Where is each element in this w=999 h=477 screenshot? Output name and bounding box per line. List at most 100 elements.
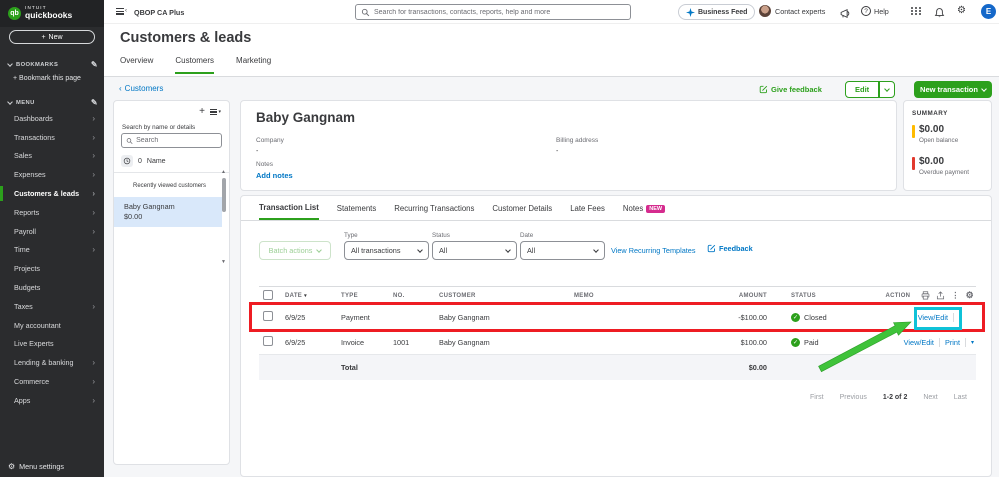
table-total-row: Total $0.00 <box>259 355 976 380</box>
table-row-invoice[interactable]: 6/9/25 Invoice 1001 Baby Gangnam $100.00… <box>259 330 976 355</box>
open-balance-bar <box>912 125 915 138</box>
business-feed-button[interactable]: Business Feed <box>678 4 756 20</box>
pagination-first[interactable]: First <box>810 394 824 401</box>
pagination-last[interactable]: Last <box>954 394 967 401</box>
col-type[interactable]: TYPE <box>341 293 393 299</box>
sidebar-item-dashboards[interactable]: Dashboards › <box>0 109 104 128</box>
sidebar-item-payroll[interactable]: Payroll › <box>0 222 104 241</box>
tab-recurring-transactions[interactable]: Recurring Transactions <box>394 203 474 220</box>
back-to-customers-link[interactable]: ‹ Customers <box>119 84 163 93</box>
row-dropdown-caret-icon[interactable]: ▾ <box>971 339 974 346</box>
feedback-link[interactable]: Feedback <box>707 244 753 253</box>
add-customer-icon[interactable]: + <box>199 106 205 117</box>
status-badge: Paid <box>804 337 819 347</box>
pagination-next[interactable]: Next <box>923 394 937 401</box>
user-avatar[interactable]: E <box>981 4 996 19</box>
sidebar-item-projects[interactable]: Projects <box>0 259 104 278</box>
global-search[interactable] <box>355 4 631 20</box>
sidebar-item-sales[interactable]: Sales › <box>0 147 104 166</box>
tab-notes[interactable]: Notes NEW <box>623 203 666 220</box>
customer-list-item-selected[interactable]: Baby Gangnam $0.00 <box>114 197 222 227</box>
col-date[interactable]: DATE <box>285 293 302 299</box>
tab-statements[interactable]: Statements <box>337 203 376 220</box>
export-icon[interactable] <box>936 291 945 300</box>
print-icon[interactable] <box>921 291 930 300</box>
view-edit-link[interactable]: View/Edit <box>904 338 934 347</box>
table-row-payment[interactable]: 6/9/25 Payment Baby Gangnam -$100.00 ✓ C… <box>259 305 976 330</box>
pagination-previous[interactable]: Previous <box>840 394 867 401</box>
chevron-right-icon: › <box>92 132 95 142</box>
announcements-icon[interactable] <box>840 6 852 24</box>
batch-actions-button[interactable]: Batch actions <box>259 241 331 260</box>
customer-item-balance: $0.00 <box>124 212 143 222</box>
new-transaction-button[interactable]: New transaction <box>914 81 992 98</box>
scroll-down-icon[interactable]: ▼ <box>221 259 226 265</box>
contact-experts[interactable]: Contact experts <box>759 5 825 17</box>
sidebar-item-time[interactable]: Time › <box>0 241 104 260</box>
tab-marketing[interactable]: Marketing <box>236 56 271 74</box>
customer-search-box[interactable] <box>121 133 222 148</box>
add-notes-link[interactable]: Add notes <box>256 171 293 180</box>
date-filter-select[interactable]: All <box>520 241 605 260</box>
give-feedback-link[interactable]: Give feedback <box>759 85 822 94</box>
sidebar-item-budgets[interactable]: Budgets <box>0 278 104 297</box>
sidebar-item-my-accountant[interactable]: My accountant <box>0 316 104 335</box>
row-checkbox[interactable] <box>263 311 273 321</box>
recently-viewed-icon[interactable] <box>121 155 133 167</box>
print-link[interactable]: Print <box>945 338 960 347</box>
status-filter-select[interactable]: All <box>432 241 517 260</box>
view-edit-link[interactable]: View/Edit <box>918 313 948 322</box>
list-options-icon[interactable]: ▾ <box>210 109 221 115</box>
table-settings-gear-icon[interactable]: ⚙ <box>966 290 974 301</box>
global-search-input[interactable] <box>374 8 625 16</box>
sidebar-item-taxes[interactable]: Taxes › <box>0 297 104 316</box>
date-filter-label: Date <box>520 232 534 239</box>
new-button[interactable]: + New <box>9 30 95 44</box>
bookmarks-section-header[interactable]: BOOKMARKS ✎ <box>7 60 98 69</box>
edit-dropdown-button[interactable] <box>880 82 894 97</box>
select-all-checkbox[interactable] <box>263 289 273 300</box>
company-name[interactable]: QBOP CA Plus <box>134 8 184 17</box>
tab-customers[interactable]: Customers <box>175 56 215 74</box>
col-customer[interactable]: CUSTOMER <box>439 293 574 299</box>
menu-settings[interactable]: ⚙ Menu settings <box>8 462 64 471</box>
tab-transaction-list[interactable]: Transaction List <box>259 203 319 220</box>
more-options-icon[interactable]: ⋮ <box>951 291 959 300</box>
tab-customer-details[interactable]: Customer Details <box>492 203 552 220</box>
col-status[interactable]: STATUS <box>779 293 869 299</box>
apps-grid-icon[interactable] <box>911 7 922 15</box>
col-amount[interactable]: AMOUNT <box>694 293 779 299</box>
business-feed-label: Business Feed <box>698 8 748 16</box>
sidebar-item-lending-banking[interactable]: Lending & banking › <box>0 353 104 372</box>
quickbooks-logo[interactable]: qb INTUIT quickbooks <box>0 0 104 27</box>
tab-late-fees[interactable]: Late Fees <box>570 203 605 220</box>
sidebar-item-transactions[interactable]: Transactions › <box>0 128 104 147</box>
type-filter-select[interactable]: All transactions <box>344 241 429 260</box>
edit-menu-icon[interactable]: ✎ <box>91 98 98 107</box>
edit-button[interactable]: Edit <box>846 82 878 97</box>
sidebar-item-customers-leads[interactable]: Customers & leads › <box>0 184 104 203</box>
sidebar-item-reports[interactable]: Reports › <box>0 203 104 222</box>
customer-search-input[interactable] <box>136 137 217 144</box>
sidebar-collapse-icon[interactable]: ‹ <box>116 8 127 15</box>
bookmark-this-page[interactable]: + Bookmark this page <box>13 75 81 82</box>
tab-overview[interactable]: Overview <box>120 56 153 74</box>
settings-gear-icon[interactable]: ⚙ <box>957 5 966 16</box>
col-memo[interactable]: MEMO <box>574 293 694 299</box>
menu-section-header[interactable]: MENU ✎ <box>7 98 98 107</box>
help-button[interactable]: ? Help <box>861 6 889 16</box>
notifications-bell-icon[interactable] <box>934 6 945 24</box>
row-dropdown-caret-icon[interactable]: ▾ <box>959 314 962 321</box>
sidebar-item-expenses[interactable]: Expenses › <box>0 165 104 184</box>
view-recurring-templates-link[interactable]: View Recurring Templates <box>611 246 696 255</box>
sort-by-name[interactable]: Name <box>147 158 166 165</box>
edit-bookmarks-icon[interactable]: ✎ <box>91 60 98 69</box>
scroll-up-icon[interactable]: ▲ <box>221 169 226 175</box>
sidebar-item-live-experts[interactable]: Live Experts <box>0 335 104 354</box>
menu-label: MENU <box>16 99 35 106</box>
sidebar-item-apps[interactable]: Apps › <box>0 391 104 410</box>
sidebar-item-commerce[interactable]: Commerce › <box>0 372 104 391</box>
scrollbar-thumb[interactable] <box>222 178 226 212</box>
col-no[interactable]: NO. <box>393 293 439 299</box>
row-checkbox[interactable] <box>263 336 273 346</box>
